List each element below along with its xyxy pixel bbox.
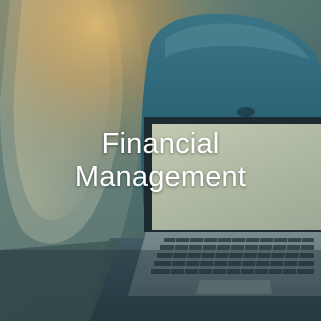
title-line-2: Management	[74, 161, 247, 193]
title-line-1: Financial	[101, 128, 220, 160]
financial-management-tile[interactable]: Financial Management	[0, 0, 321, 321]
tile-title: Financial Management	[0, 128, 321, 194]
